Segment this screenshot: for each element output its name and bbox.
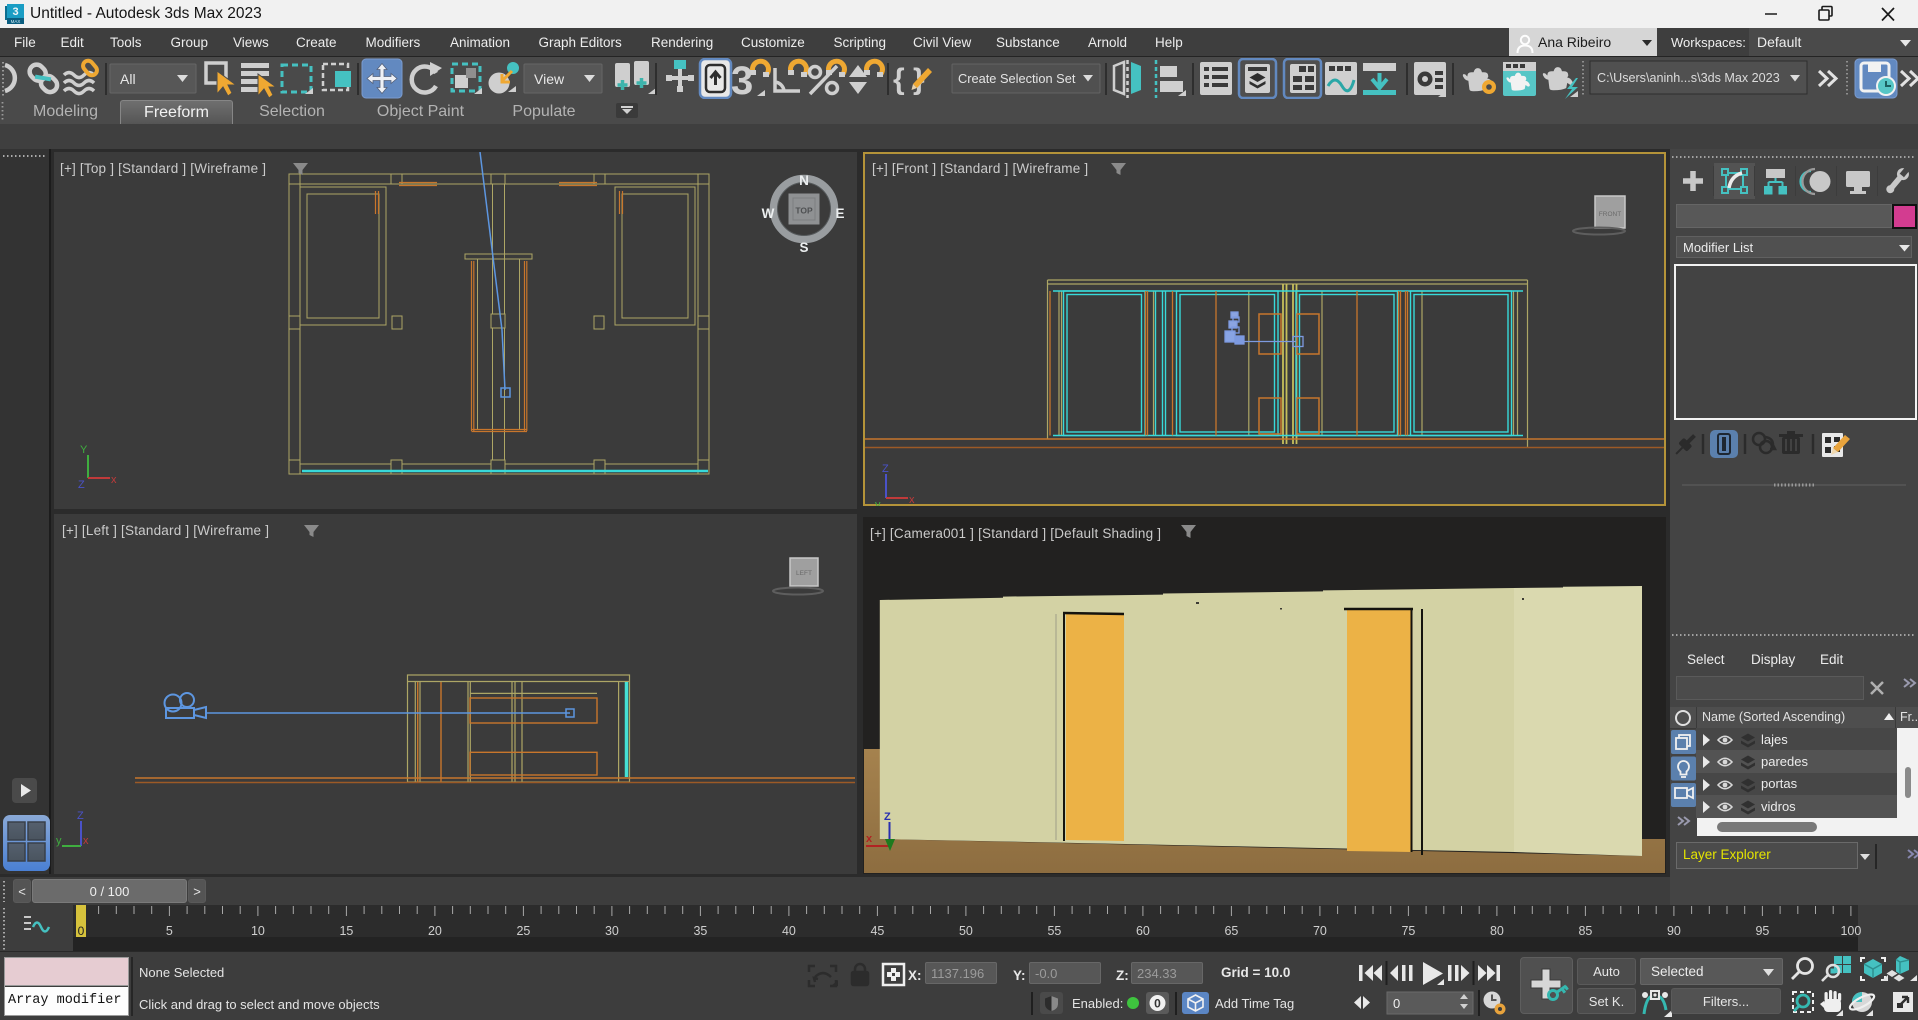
svg-text:95: 95 <box>1755 924 1769 938</box>
svg-text:C:\Users\aninh...s\3ds Max 202: C:\Users\aninh...s\3ds Max 2023 <box>1597 71 1780 85</box>
svg-text:LEFT: LEFT <box>796 570 812 577</box>
svg-text:65: 65 <box>1224 924 1238 938</box>
svg-text:x: x <box>866 833 873 845</box>
svg-text:35: 35 <box>693 924 707 938</box>
svg-text:75: 75 <box>1401 924 1415 938</box>
svg-text:5: 5 <box>166 924 173 938</box>
svg-text:Z: Z <box>884 811 891 823</box>
svg-text:20: 20 <box>428 924 442 938</box>
svg-text:70: 70 <box>1313 924 1327 938</box>
svg-text:85: 85 <box>1578 924 1592 938</box>
svg-text:3: 3 <box>731 59 753 100</box>
svg-text:Z:: Z: <box>1116 968 1129 983</box>
svg-text:25: 25 <box>516 924 530 938</box>
svg-text:MAX: MAX <box>11 19 21 24</box>
svg-text:90: 90 <box>1667 924 1681 938</box>
svg-text:All: All <box>120 71 136 87</box>
svg-text:x: x <box>83 835 89 847</box>
svg-text:{: { <box>893 63 905 96</box>
svg-text:y: y <box>875 499 881 506</box>
svg-text:Z: Z <box>78 479 85 491</box>
svg-text:Z: Z <box>77 810 84 822</box>
svg-text:60: 60 <box>1136 924 1150 938</box>
svg-text:10: 10 <box>251 924 265 938</box>
svg-text:View: View <box>534 71 565 87</box>
svg-text:N: N <box>799 173 809 188</box>
svg-text:y: y <box>56 835 62 847</box>
svg-text:Y:: Y: <box>1013 968 1026 983</box>
svg-text:E: E <box>835 206 844 221</box>
svg-text:FRONT: FRONT <box>1599 211 1621 218</box>
svg-text:0: 0 <box>78 924 85 938</box>
svg-text:0: 0 <box>1154 997 1161 1011</box>
svg-text:50: 50 <box>959 924 973 938</box>
svg-text:3: 3 <box>12 6 18 18</box>
svg-text:W: W <box>762 206 775 221</box>
svg-text:100: 100 <box>1840 924 1861 938</box>
svg-text:0: 0 <box>1393 996 1400 1011</box>
svg-text:80: 80 <box>1490 924 1504 938</box>
svg-text:Z: Z <box>882 463 889 475</box>
svg-text:x: x <box>909 494 915 506</box>
svg-text:15: 15 <box>339 924 353 938</box>
svg-text:Y: Y <box>80 444 88 456</box>
svg-text:S: S <box>799 240 808 255</box>
svg-text:45: 45 <box>870 924 884 938</box>
svg-text:Create Selection Set: Create Selection Set <box>958 71 1076 86</box>
svg-text:TOP: TOP <box>795 206 813 216</box>
svg-text:X:: X: <box>908 968 922 983</box>
svg-text:55: 55 <box>1047 924 1061 938</box>
svg-text:40: 40 <box>782 924 796 938</box>
svg-text:30: 30 <box>605 924 619 938</box>
svg-text:x: x <box>111 474 117 486</box>
